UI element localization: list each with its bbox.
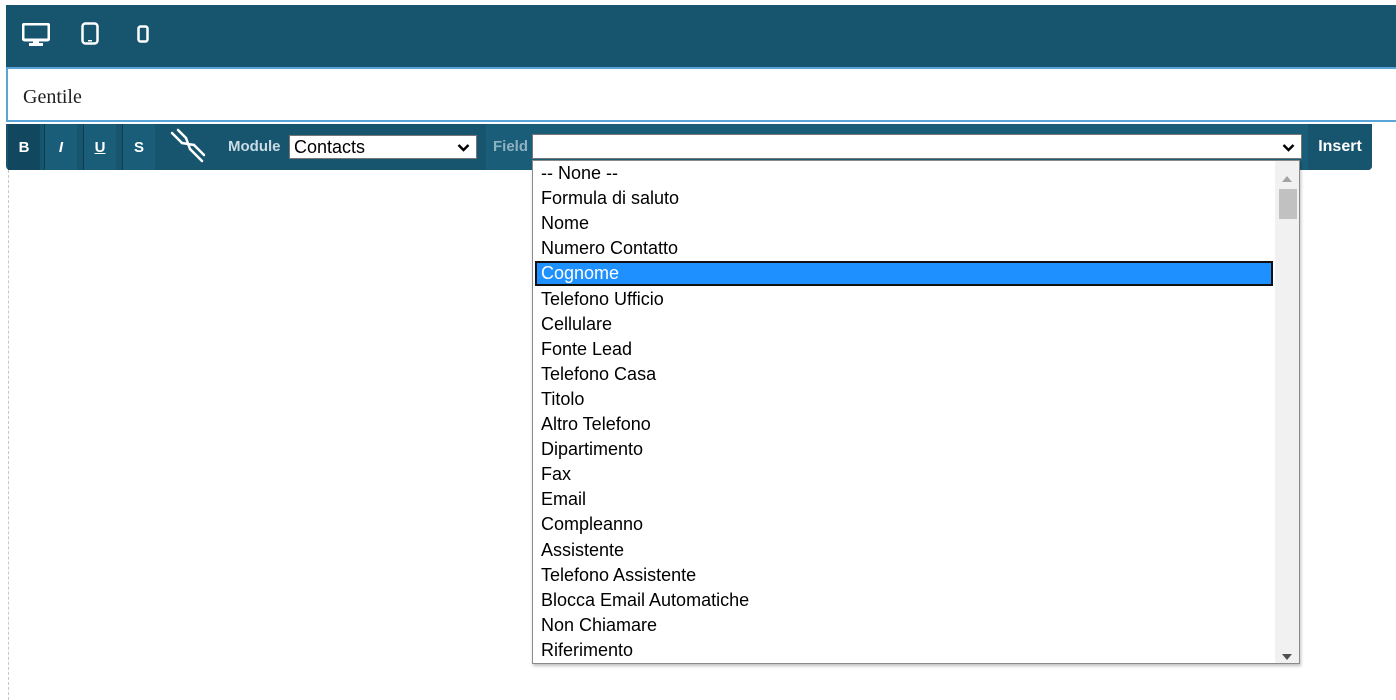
- unlink-icon[interactable]: [166, 124, 210, 170]
- editor-body-border: [8, 170, 9, 700]
- mobile-icon[interactable]: [137, 25, 149, 43]
- dropdown-option[interactable]: Telefono Casa: [535, 362, 1273, 387]
- module-select[interactable]: Contacts: [289, 135, 477, 159]
- dropdown-option[interactable]: Non Chiamare: [535, 613, 1273, 638]
- underline-button[interactable]: U: [84, 124, 116, 170]
- field-select[interactable]: [532, 134, 1302, 159]
- editor-subject-line[interactable]: Gentile: [6, 67, 1396, 122]
- desktop-icon[interactable]: [22, 23, 50, 47]
- dropdown-option[interactable]: Email: [535, 487, 1273, 512]
- dropdown-option[interactable]: -- None --: [535, 161, 1273, 186]
- italic-button[interactable]: I: [45, 124, 77, 170]
- dropdown-option[interactable]: Formula di saluto: [535, 186, 1273, 211]
- chevron-down-icon: [457, 141, 470, 159]
- dropdown-option[interactable]: Fonte Lead: [535, 337, 1273, 362]
- dropdown-option[interactable]: Blocca Email Automatiche: [535, 588, 1273, 613]
- editor-text: Gentile: [23, 86, 82, 108]
- dropdown-option[interactable]: Telefono Ufficio: [535, 287, 1273, 312]
- device-preview-bar: [6, 5, 1396, 67]
- dropdown-option[interactable]: Dipartimento: [535, 437, 1273, 462]
- strikethrough-button[interactable]: S: [123, 124, 155, 170]
- scrollbar-thumb[interactable]: [1279, 189, 1297, 219]
- field-label: Field: [493, 138, 529, 155]
- dropdown-option[interactable]: Riferimento: [535, 638, 1273, 663]
- dropdown-option-selected[interactable]: Cognome: [535, 261, 1273, 287]
- dropdown-option[interactable]: Telefono Assistente: [535, 563, 1273, 588]
- dropdown-option[interactable]: Numero Contatto: [535, 236, 1273, 261]
- insert-button[interactable]: Insert: [1308, 124, 1372, 170]
- tablet-icon[interactable]: [81, 22, 99, 46]
- dropdown-option[interactable]: Assistente: [535, 538, 1273, 563]
- dropdown-option[interactable]: Nome: [535, 211, 1273, 236]
- dropdown-option[interactable]: Fax: [535, 462, 1273, 487]
- dropdown-option[interactable]: Titolo: [535, 387, 1273, 412]
- field-dropdown-list[interactable]: -- None -- Formula di saluto Nome Numero Co…: [532, 160, 1300, 664]
- dropdown-scrollbar[interactable]: [1275, 161, 1299, 663]
- module-select-value: Contacts: [294, 137, 366, 157]
- dropdown-option[interactable]: Cellulare: [535, 312, 1273, 337]
- bold-button[interactable]: B: [8, 124, 40, 170]
- module-label: Module: [228, 138, 281, 155]
- scroll-up-icon[interactable]: [1282, 169, 1292, 187]
- chevron-down-icon: [1282, 141, 1295, 159]
- dropdown-option[interactable]: Altro Telefono: [535, 412, 1273, 437]
- dropdown-option[interactable]: Compleanno: [535, 512, 1273, 537]
- scroll-down-icon[interactable]: [1282, 647, 1292, 665]
